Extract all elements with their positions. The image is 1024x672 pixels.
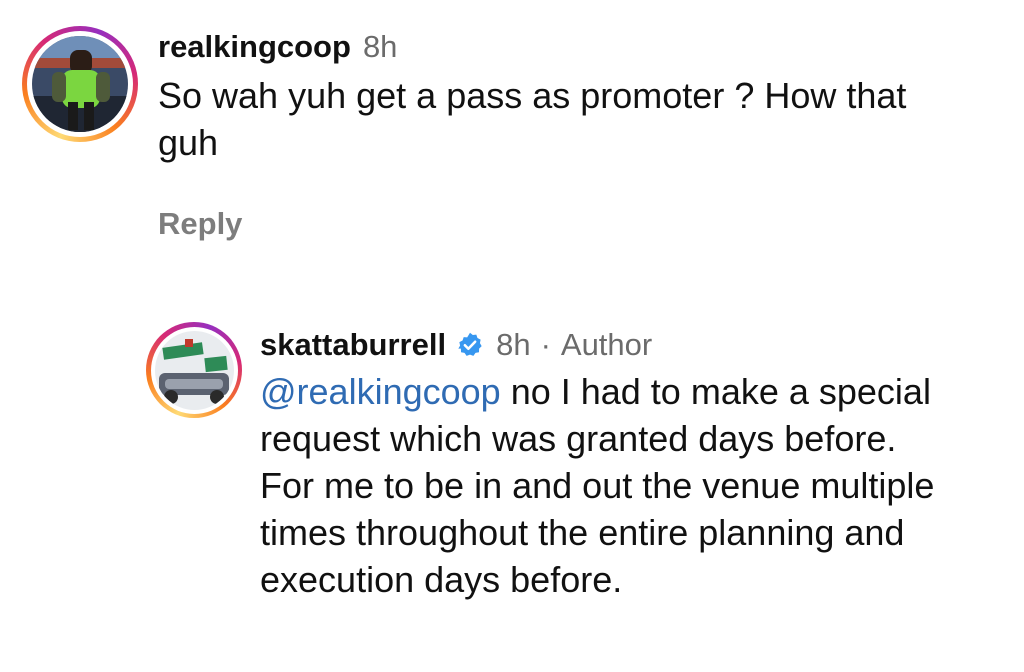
comment-text: So wah yuh get a pass as promoter ? How … xyxy=(158,75,907,163)
author-label: Author xyxy=(560,327,653,362)
mention-link[interactable]: @realkingcoop xyxy=(260,371,501,412)
story-ring[interactable] xyxy=(146,322,242,418)
avatar-realkingcoop[interactable] xyxy=(32,36,128,132)
comment-thread: realkingcoop 8h So wah yuh get a pass as… xyxy=(0,0,1024,672)
verified-badge-icon xyxy=(458,332,482,356)
comment-text: @realkingcoop no I had to make a special… xyxy=(260,368,960,603)
avatar-gap xyxy=(150,326,238,414)
comment-meta: realkingcoop 8h xyxy=(158,28,978,66)
separator: · xyxy=(540,327,551,362)
reply-button[interactable]: Reply xyxy=(158,206,978,242)
avatar-image xyxy=(154,330,234,410)
avatar-image xyxy=(32,36,128,132)
reply-comment: skattaburrell 8h · Author @realkingcoop … xyxy=(146,322,1024,603)
username[interactable]: realkingcoop xyxy=(158,28,351,66)
comment-meta: skattaburrell 8h · Author xyxy=(260,326,1024,364)
story-ring[interactable] xyxy=(22,26,138,142)
avatar-gap xyxy=(27,31,133,137)
comment: realkingcoop 8h So wah yuh get a pass as… xyxy=(22,26,978,242)
timestamp: 8h xyxy=(496,327,531,362)
timestamp: 8h xyxy=(362,29,398,64)
username[interactable]: skattaburrell xyxy=(260,326,446,364)
avatar-skattaburrell[interactable] xyxy=(154,330,234,410)
